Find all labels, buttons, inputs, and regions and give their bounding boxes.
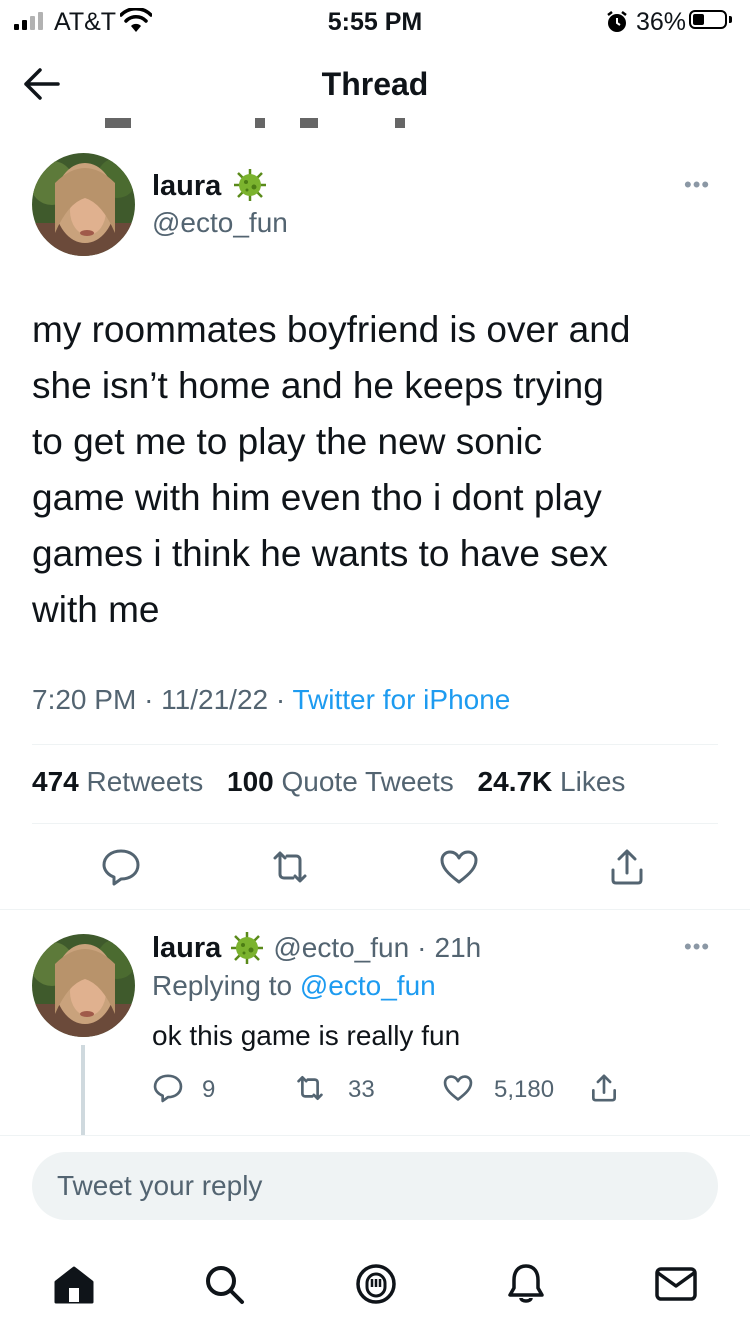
divider [0, 909, 750, 910]
battery-tip [729, 16, 732, 23]
likes-stat[interactable]: 24.7K Likes [478, 766, 626, 797]
reply-actions: 9 33 5,180 [152, 1070, 632, 1106]
tweet-meta: 7:20 PM · 11/21/22 · Twitter for iPhone [32, 684, 510, 716]
retweets-stat[interactable]: 474 Retweets [32, 766, 203, 797]
battery-icon [689, 10, 727, 29]
share-icon[interactable] [588, 1072, 620, 1104]
virus-emoji-icon [231, 932, 264, 964]
reply-icon[interactable] [152, 1072, 184, 1104]
more-options-icon[interactable]: ••• [684, 934, 710, 960]
reply-count: 9 [202, 1076, 216, 1103]
share-icon[interactable] [606, 846, 648, 888]
reply-author-handle[interactable]: @ecto_fun [273, 932, 409, 964]
retweets-count: 474 [32, 766, 79, 797]
engagement-stats: 474 Retweets 100 Quote Tweets 24.7K Like… [32, 766, 641, 798]
meta-separator: · [144, 684, 162, 715]
like-icon[interactable] [438, 846, 480, 888]
author-name[interactable]: laura [152, 170, 221, 203]
tweet-time[interactable]: 7:20 PM [32, 684, 136, 715]
replying-handle-link[interactable]: @ecto_fun [300, 970, 436, 1001]
divider [0, 1135, 750, 1136]
quotes-label: Quote Tweets [281, 766, 454, 797]
retweet-count: 33 [348, 1076, 375, 1103]
compose-placeholder: Tweet your reply [57, 1170, 263, 1201]
search-icon[interactable] [200, 1260, 248, 1308]
spaces-icon[interactable] [352, 1260, 400, 1308]
quotes-stat[interactable]: 100 Quote Tweets [227, 766, 454, 797]
scrolled-content-fragment [105, 118, 495, 130]
reply-icon[interactable] [100, 846, 142, 888]
like-icon[interactable] [442, 1072, 474, 1104]
retweets-label: Retweets [86, 766, 204, 797]
likes-count: 24.7K [477, 766, 553, 797]
alarm-clock-icon [607, 11, 627, 32]
page-title: Thread [321, 66, 429, 102]
thread-line [81, 1045, 85, 1135]
notifications-icon[interactable] [502, 1260, 550, 1308]
retweet-icon[interactable] [294, 1072, 326, 1104]
reply-text: ok this game is really fun [152, 1020, 461, 1051]
tweet-text: my roommates boyfriend is over and she i… [32, 309, 631, 630]
divider [32, 744, 718, 745]
more-options-icon[interactable]: ••• [684, 172, 710, 198]
messages-icon[interactable] [652, 1260, 700, 1308]
battery-percent: 36% [636, 8, 687, 36]
tweet-date[interactable]: 11/21/22 [161, 684, 268, 715]
tweet-source-link[interactable]: Twitter for iPhone [292, 684, 510, 715]
reply-compose-input[interactable]: Tweet your reply [32, 1152, 718, 1220]
home-icon[interactable] [50, 1260, 98, 1308]
author-handle[interactable]: @ecto_fun [152, 207, 288, 239]
quotes-count: 100 [227, 766, 274, 797]
status-bar: AT&T 5:55 PM 36% [0, 0, 750, 44]
likes-label: Likes [560, 766, 626, 797]
reply-header: laura @ecto_fun · 21h [152, 930, 481, 966]
meta-separator: · [417, 932, 427, 963]
replying-prefix: Replying to [152, 970, 293, 1001]
reply-age[interactable]: 21h [435, 932, 482, 964]
avatar[interactable] [32, 153, 135, 256]
divider [32, 823, 718, 824]
replying-to: Replying to @ecto_fun [152, 970, 436, 1002]
retweet-icon[interactable] [269, 846, 311, 888]
virus-emoji-icon [234, 169, 266, 201]
meta-separator: · [275, 684, 293, 715]
like-count: 5,180 [494, 1076, 555, 1103]
reply-avatar[interactable] [32, 934, 135, 1037]
reply-author-name[interactable]: laura [152, 932, 221, 965]
